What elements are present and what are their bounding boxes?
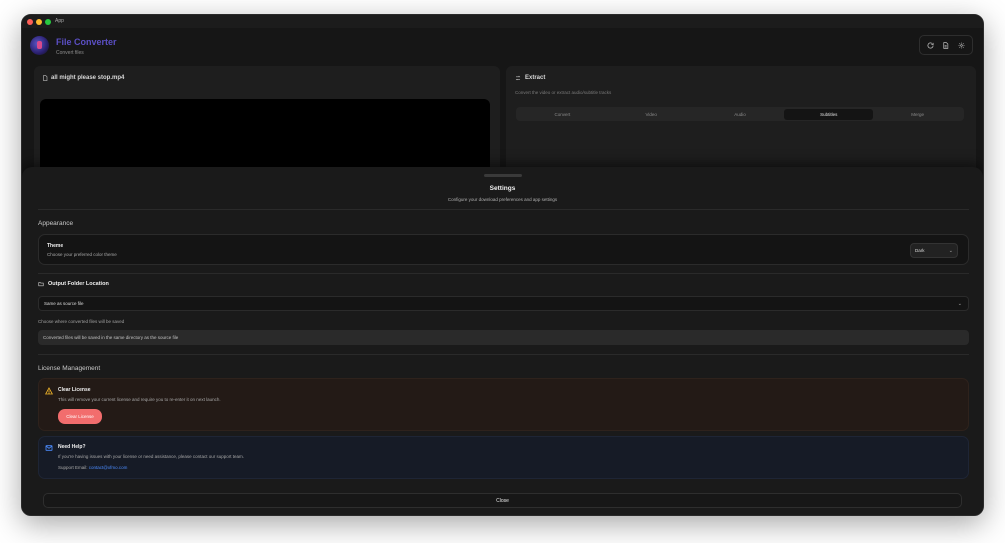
extract-title-text: Extract bbox=[525, 75, 546, 81]
folder-icon bbox=[38, 282, 44, 287]
gear-icon bbox=[958, 42, 965, 48]
tab-audio[interactable]: Audio bbox=[696, 109, 785, 120]
output-folder-title: Output Folder Location bbox=[38, 281, 109, 287]
chevron-down-icon: ⌄ bbox=[948, 248, 953, 254]
refresh-icon bbox=[927, 42, 934, 48]
swap-icon bbox=[515, 75, 521, 81]
tab-convert[interactable]: Convert bbox=[518, 109, 607, 120]
divider bbox=[38, 273, 969, 274]
output-folder-help: Choose where converted files will be sav… bbox=[38, 319, 125, 324]
window-title: App bbox=[55, 18, 64, 24]
file-name: all might please stop.mp4 bbox=[51, 75, 125, 81]
license-section-label: License Management bbox=[38, 365, 101, 372]
settings-button[interactable] bbox=[955, 39, 967, 51]
app-window: App File Converter Convert files all mig… bbox=[21, 14, 984, 516]
clear-license-button[interactable]: Clear License bbox=[58, 409, 102, 424]
sheet-drag-handle[interactable] bbox=[484, 174, 522, 177]
extract-subtitle: Convert the video or extract audio/subti… bbox=[515, 90, 612, 95]
theme-card: Theme Choose your preferred color theme … bbox=[38, 234, 969, 265]
output-folder-info: Converted files will be saved in the sam… bbox=[38, 330, 969, 345]
settings-title: Settings bbox=[489, 185, 516, 192]
tab-merge[interactable]: Merge bbox=[873, 109, 962, 120]
settings-sheet: Settings Configure your download prefere… bbox=[22, 167, 983, 515]
need-help-title: Need Help? bbox=[58, 444, 86, 450]
close-button[interactable]: Close bbox=[43, 493, 962, 508]
close-window-button[interactable] bbox=[27, 18, 33, 25]
warning-icon bbox=[45, 387, 53, 395]
support-email-link[interactable]: contact@xfmo.com bbox=[89, 465, 128, 470]
extract-title: Extract bbox=[515, 75, 545, 81]
mail-icon bbox=[45, 445, 53, 451]
refresh-button[interactable] bbox=[925, 39, 937, 51]
minimize-window-button[interactable] bbox=[36, 18, 42, 25]
file-title: all might please stop.mp4 bbox=[42, 75, 124, 81]
document-icon bbox=[943, 41, 949, 49]
clear-license-title: Clear License bbox=[58, 387, 91, 393]
chevron-down-icon: ⌄ bbox=[957, 301, 962, 307]
appearance-section-label: Appearance bbox=[38, 220, 74, 227]
tab-subtitles[interactable]: Subtitles bbox=[784, 108, 874, 120]
theme-select[interactable]: Dark ⌄ bbox=[910, 243, 958, 258]
tab-video[interactable]: Video bbox=[607, 109, 696, 120]
divider bbox=[38, 354, 969, 355]
need-help-description: If you're having issues with your licens… bbox=[58, 454, 244, 459]
file-icon bbox=[43, 75, 48, 81]
divider bbox=[38, 209, 969, 210]
output-folder-select-value: Same as source file bbox=[44, 301, 84, 306]
document-button[interactable] bbox=[940, 39, 952, 51]
support-email-label: Support Email: bbox=[58, 465, 88, 470]
extract-tabs: Convert Video Audio Subtitles Merge bbox=[516, 107, 964, 121]
output-folder-select[interactable]: Same as source file ⌄ bbox=[38, 296, 969, 311]
maximize-window-button[interactable] bbox=[45, 18, 51, 25]
theme-title: Theme bbox=[47, 243, 64, 249]
app-logo bbox=[30, 36, 49, 55]
title-bar: App bbox=[22, 15, 983, 28]
app-subtitle: Convert files bbox=[56, 50, 84, 56]
theme-select-value: Dark bbox=[915, 248, 925, 253]
need-help-card: Need Help? If you're having issues with … bbox=[38, 436, 969, 479]
clear-license-card: Clear License This will remove your curr… bbox=[38, 378, 969, 431]
clear-license-description: This will remove your current license an… bbox=[58, 397, 221, 402]
settings-subtitle: Configure your download preferences and … bbox=[447, 197, 558, 202]
support-email-line: Support Email: contact@xfmo.com bbox=[58, 465, 127, 470]
output-folder-title-text: Output Folder Location bbox=[48, 281, 109, 287]
app-name: File Converter bbox=[56, 37, 117, 47]
header-button-group bbox=[919, 35, 973, 55]
theme-description: Choose your preferred color theme bbox=[47, 252, 117, 257]
